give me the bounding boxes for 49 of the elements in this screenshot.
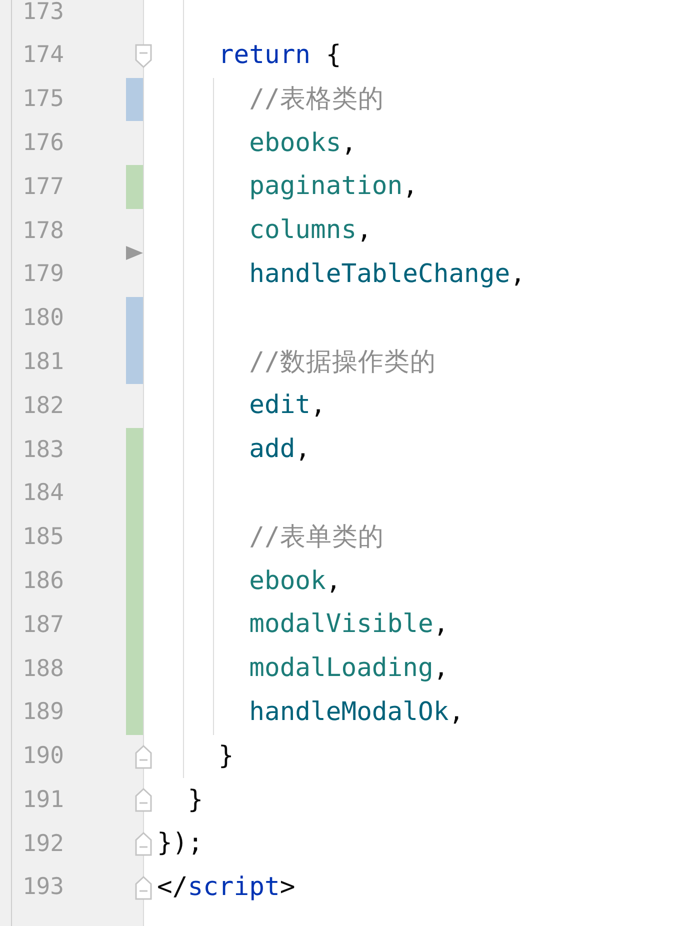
code-line: handleTableChange, [249,260,526,290]
line-number: 184 [22,483,64,504]
line-number: 182 [22,396,64,416]
line-number: 192 [22,834,64,854]
collapse-icon[interactable] [135,876,152,900]
change-marker[interactable] [126,296,143,384]
line-number: 186 [22,570,64,592]
code-line: pagination, [249,172,418,202]
triangle-icon[interactable] [126,246,143,260]
line-number: 175 [22,89,64,110]
line-number: 193 [22,877,64,898]
code-line: ebooks, [249,128,357,158]
line-number: 173 [22,2,64,22]
collapse-icon[interactable] [135,744,152,769]
code-line: </script> [157,873,296,902]
code-line: //表单类的 [249,522,384,552]
collapse-icon[interactable] [135,832,152,856]
code-line: modalLoading, [249,654,449,684]
line-number: 181 [22,352,64,373]
code-line: handleModalOk, [249,698,464,728]
line-number: 177 [22,176,64,198]
code-line: //表格类的 [249,84,384,114]
line-number: 178 [22,220,64,242]
collapse-icon[interactable] [135,788,152,812]
change-marker[interactable] [126,428,143,735]
code-line: modalVisible, [249,610,449,640]
line-number: 180 [22,308,64,329]
code-line: ebook, [249,566,342,596]
line-number: 179 [22,264,64,286]
code-line: //数据操作类的 [249,348,436,377]
line-number: 185 [22,527,64,548]
change-marker[interactable] [126,165,143,209]
line-number: 183 [22,440,64,460]
code-line: columns, [249,216,372,246]
code-line: }); [157,829,204,859]
code-line: } [218,742,234,772]
code-line: return { [218,41,342,70]
line-number: 191 [22,790,64,811]
collapse-icon[interactable] [135,44,152,68]
code-line: } [188,786,204,815]
line-number: 187 [22,614,64,636]
code-line: edit, [249,391,326,421]
change-marker[interactable] [126,78,143,122]
line-number: 190 [22,746,64,767]
line-number: 176 [22,132,64,154]
line-number: 188 [22,658,64,680]
code-line: add, [249,435,311,465]
line-number: 174 [22,45,64,66]
line-number: 189 [22,702,64,723]
